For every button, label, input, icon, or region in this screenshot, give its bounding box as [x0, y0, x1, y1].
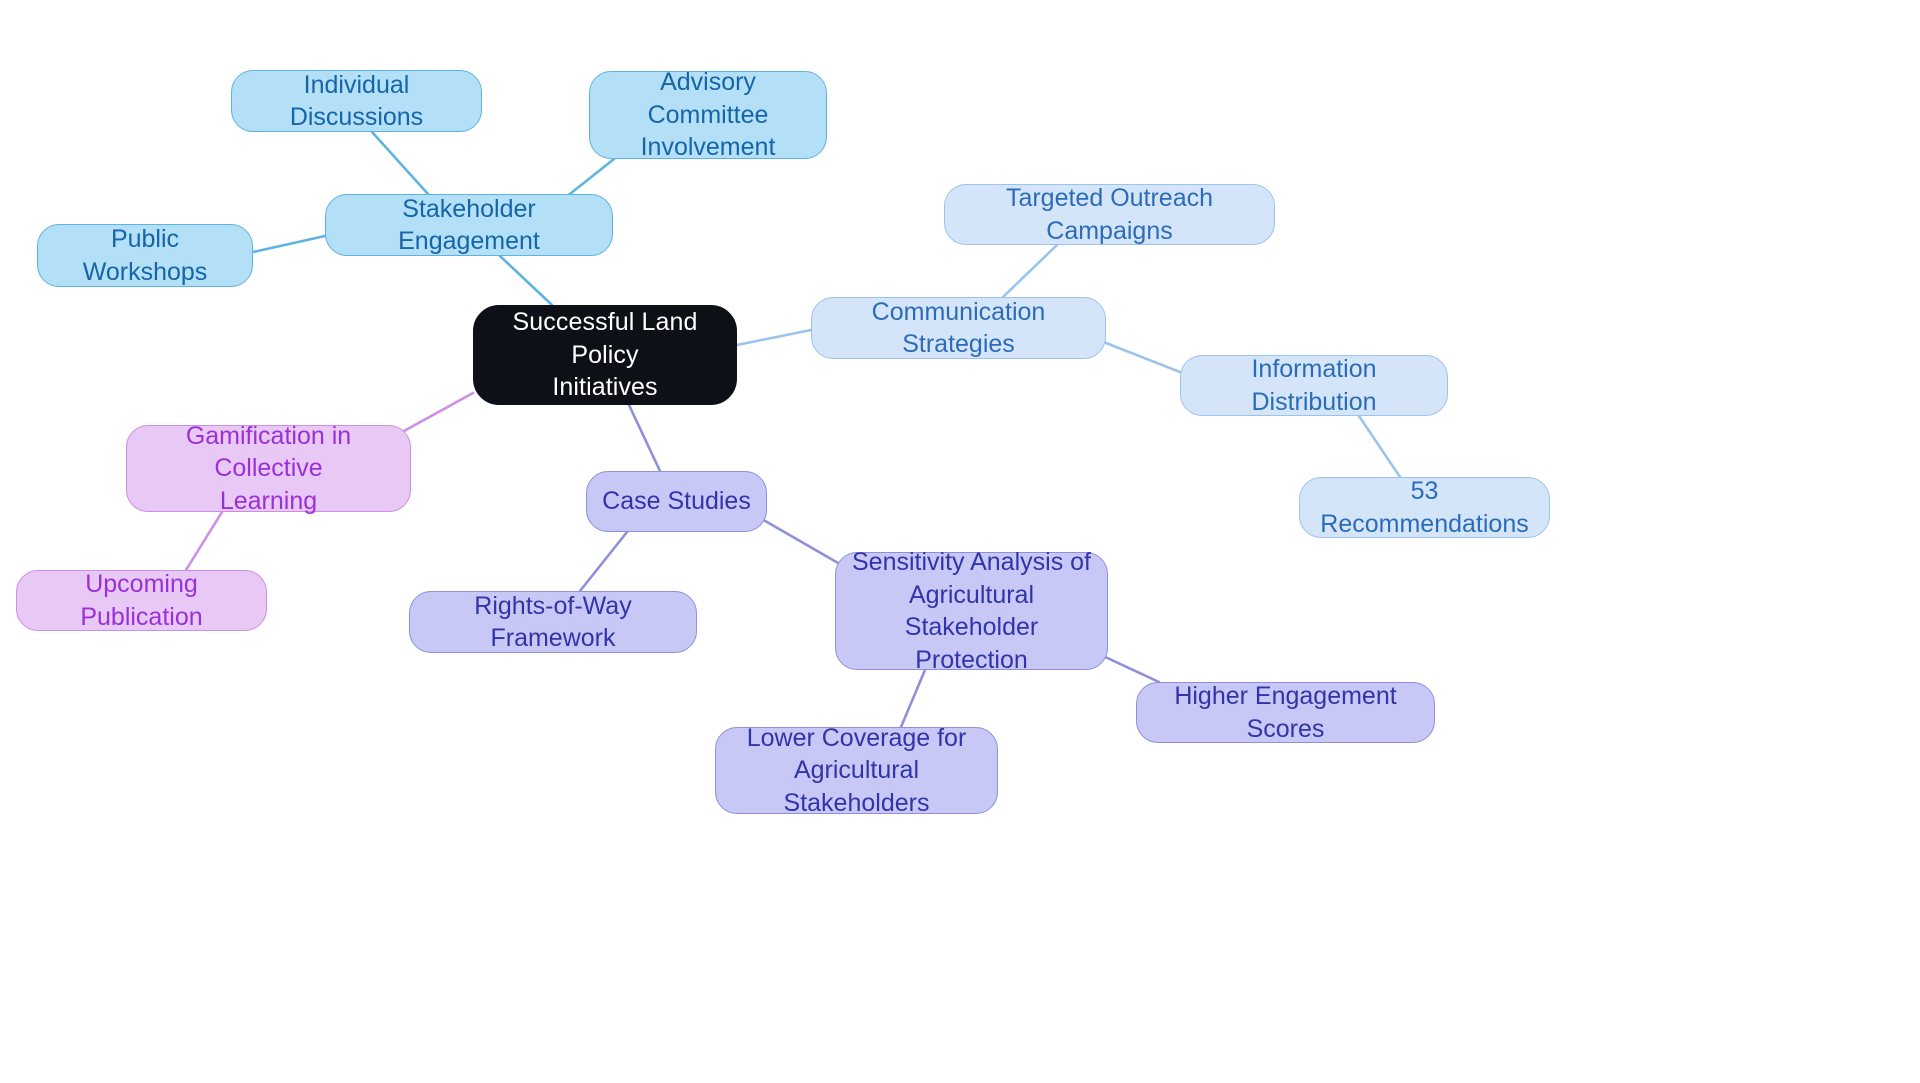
branch-node-gamification-in-collective-learning[interactable]: Gamification in Collective Learning	[126, 422, 411, 515]
edge-sensitivity-analysis-to-higher-engagement-scores	[1099, 653, 1161, 684]
branch-node-communication-strategies[interactable]: Communication Strategies	[811, 297, 1106, 359]
edge-sensitivity-analysis-to-lower-coverage	[899, 668, 927, 729]
mindmap-canvas: Successful Land Policy Initiatives Stakeh…	[0, 0, 1920, 1083]
leaf-node-rights-of-way-framework[interactable]: Rights-of-Way Framework	[409, 591, 697, 653]
edge-stakeholder-engagement-to-individual-discussions	[370, 130, 430, 196]
edge-case-studies-to-rights-of-way-framework	[578, 530, 629, 593]
root-node-successful-land-policy-initiatives[interactable]: Successful Land Policy Initiatives	[473, 305, 737, 405]
leaf-node-advisory-committee-involvement[interactable]: Advisory Committee Involvement	[589, 68, 827, 161]
leaf-node-information-distribution[interactable]: Information Distribution	[1180, 355, 1448, 416]
edge-gamification-to-upcoming-publication	[184, 510, 224, 572]
edge-root-to-stakeholder-engagement	[498, 254, 554, 307]
branch-node-case-studies[interactable]: Case Studies	[586, 471, 767, 532]
edge-root-to-gamification	[402, 391, 475, 433]
edge-information-distribution-to-53-recommendations	[1357, 414, 1402, 479]
leaf-node-public-workshops[interactable]: Public Workshops	[37, 224, 253, 287]
edge-communication-strategies-to-information-distribution	[1104, 341, 1182, 374]
leaf-node-sensitivity-analysis-of-agricultural-stakeholder-protection[interactable]: Sensitivity Analysis of Agricultural Sta…	[835, 548, 1108, 674]
edge-root-to-communication-strategies	[735, 328, 813, 347]
branch-node-stakeholder-engagement[interactable]: Stakeholder Engagement	[325, 194, 613, 256]
mindmap-edge-layer	[184, 130, 1402, 729]
edge-case-studies-to-sensitivity-analysis	[758, 516, 847, 569]
leaf-node-higher-engagement-scores[interactable]: Higher Engagement Scores	[1136, 682, 1435, 743]
edge-root-to-case-studies	[627, 403, 662, 473]
leaf-node-upcoming-publication[interactable]: Upcoming Publication	[16, 570, 267, 631]
edge-stakeholder-engagement-to-public-workshops	[251, 234, 327, 254]
edge-communication-strategies-to-targeted-outreach-campaigns	[1001, 243, 1059, 299]
leaf-node-targeted-outreach-campaigns[interactable]: Targeted Outreach Campaigns	[944, 184, 1275, 245]
leaf-node-53-recommendations[interactable]: 53 Recommendations	[1299, 477, 1550, 538]
leaf-node-lower-coverage-for-agricultural-stakeholders[interactable]: Lower Coverage for Agricultural Stakehol…	[715, 724, 998, 817]
leaf-node-individual-discussions[interactable]: Individual Discussions	[231, 70, 482, 132]
